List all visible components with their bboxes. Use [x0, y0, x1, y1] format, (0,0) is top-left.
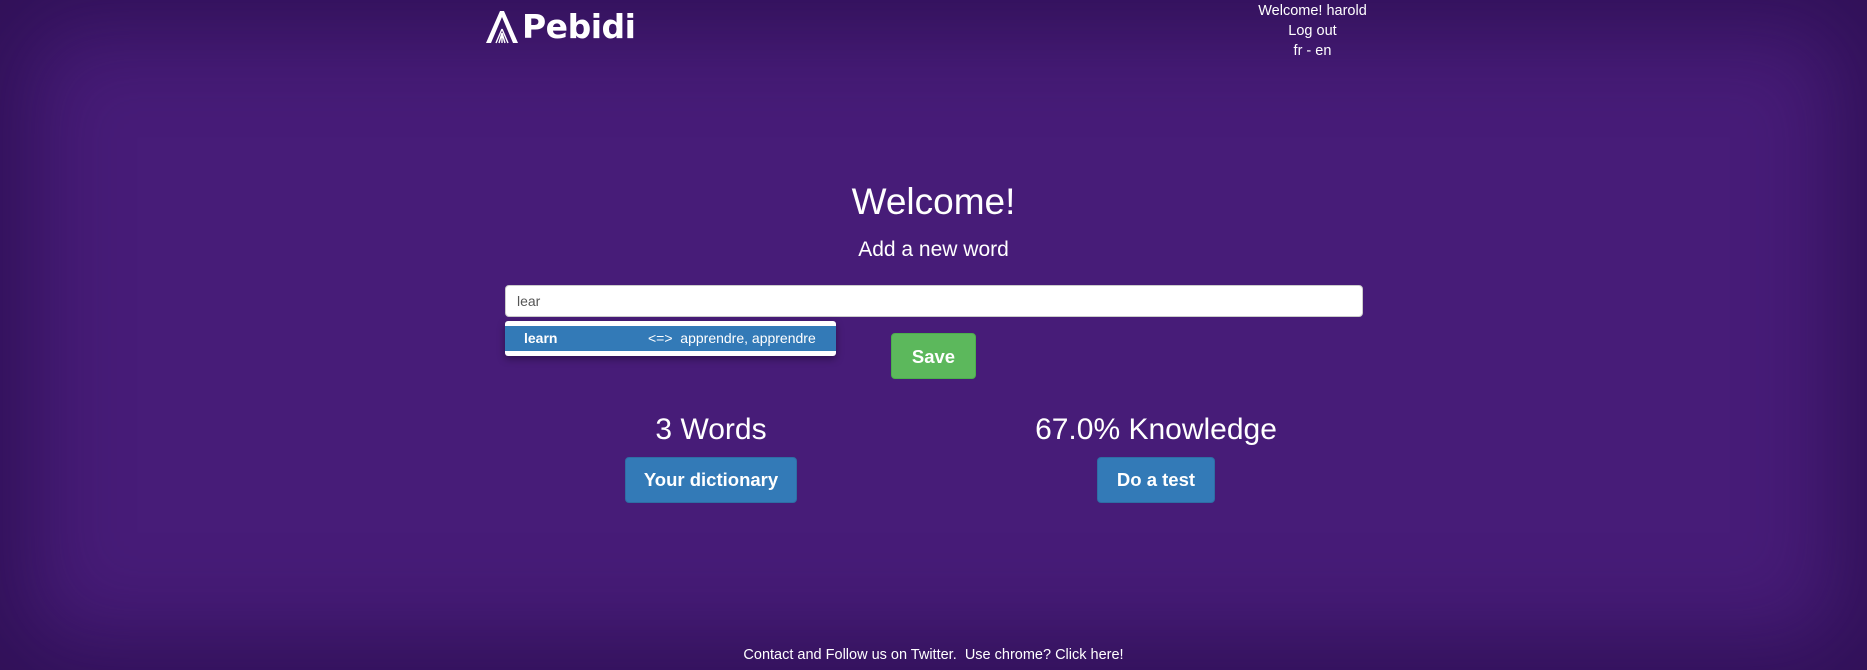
logo-text: Pebidi: [522, 7, 636, 46]
save-button[interactable]: Save: [891, 333, 976, 379]
do-a-test-button[interactable]: Do a test: [1097, 457, 1215, 503]
words-count: 3 Words: [655, 413, 767, 446]
logout-link[interactable]: Log out: [1288, 23, 1336, 39]
autocomplete-item[interactable]: learn <=> apprendre, apprendre: [505, 326, 836, 351]
footer: Contact and Follow us on Twitter. Use ch…: [0, 646, 1867, 664]
page-title: Welcome!: [851, 181, 1016, 222]
your-dictionary-button[interactable]: Your dictionary: [625, 457, 797, 503]
autocomplete-menu: learn <=> apprendre, apprendre: [505, 321, 836, 356]
lang-en-link[interactable]: en: [1315, 41, 1331, 61]
pebidi-logo-icon: [486, 11, 518, 44]
page-subtitle: Add a new word: [858, 238, 1009, 261]
user-menu: Welcome! harold Log out fr - en: [1255, 0, 1370, 61]
autocomplete-translation: <=> apprendre, apprendre: [648, 330, 816, 346]
knowledge-stat: 67.0% Knowledge: [1035, 413, 1277, 446]
new-word-input[interactable]: [505, 285, 1363, 317]
contact-twitter-link[interactable]: Contact and Follow us on Twitter.: [743, 647, 956, 663]
pebidi-logo[interactable]: Pebidi: [484, 7, 636, 46]
welcome-user-text: Welcome! harold: [1258, 3, 1367, 19]
chrome-extension-link[interactable]: Use chrome? Click here!: [965, 647, 1124, 663]
lang-separator: -: [1302, 43, 1316, 59]
language-switcher: fr - en: [1255, 41, 1370, 61]
autocomplete-word: learn: [524, 330, 558, 346]
